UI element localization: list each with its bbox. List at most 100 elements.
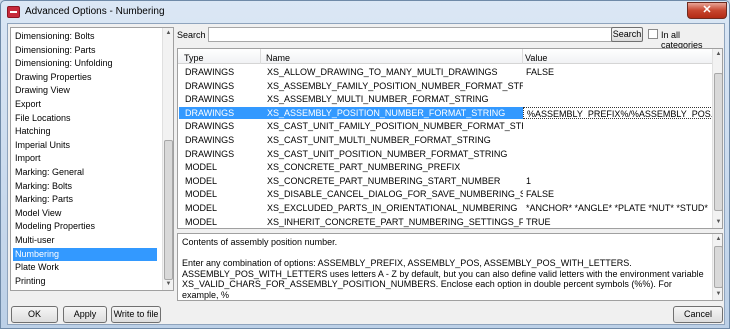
search-label: Search bbox=[177, 30, 206, 40]
row-type-cell: MODEL bbox=[185, 189, 218, 200]
category-item[interactable]: Numbering bbox=[13, 247, 157, 262]
search-input[interactable] bbox=[208, 27, 613, 42]
ok-button[interactable]: OK bbox=[11, 306, 58, 323]
category-item[interactable]: Marking: General bbox=[13, 166, 157, 180]
category-item[interactable]: Drawing View bbox=[13, 84, 157, 98]
row-name-cell: XS_CONCRETE_PART_NUMBERING_PREFIX bbox=[267, 162, 461, 173]
scroll-down-arrow-icon[interactable]: ▼ bbox=[713, 289, 722, 300]
category-item[interactable]: Modeling Properties bbox=[13, 220, 157, 234]
category-item[interactable]: Hatching bbox=[13, 125, 157, 139]
title-bar: Advanced Options - Numbering ✕ bbox=[1, 1, 729, 23]
row-name-cell: XS_ASSEMBLY_MULTI_NUMBER_FORMAT_STRING bbox=[267, 94, 489, 105]
scroll-down-arrow-icon[interactable]: ▼ bbox=[163, 279, 173, 290]
category-item[interactable]: Plate Work bbox=[13, 261, 157, 275]
description-details: Enter any combination of options: ASSEMB… bbox=[182, 258, 704, 300]
column-header-value[interactable]: Value bbox=[525, 53, 547, 63]
table-scrollbar[interactable]: ▲ ▼ bbox=[712, 49, 722, 228]
row-name-cell: XS_CAST_UNIT_FAMILY_POSITION_NUMBER_FORM… bbox=[267, 121, 523, 132]
table-row[interactable]: MODEL XS_INHERIT_CONCRETE_PART_NUMBERING_… bbox=[179, 216, 713, 228]
table-row[interactable]: DRAWINGS XS_ALLOW_DRAWING_TO_MANY_MULTI_D… bbox=[179, 66, 712, 79]
scroll-up-arrow-icon[interactable]: ▲ bbox=[163, 28, 173, 39]
category-item[interactable]: Marking: Parts bbox=[13, 193, 157, 207]
column-header-name[interactable]: Name bbox=[266, 53, 290, 63]
scroll-thumb[interactable] bbox=[164, 140, 173, 280]
category-item[interactable]: Marking: Bolts bbox=[13, 180, 157, 194]
scroll-thumb[interactable] bbox=[714, 246, 722, 288]
column-header-type[interactable]: Type bbox=[184, 53, 204, 63]
category-list[interactable]: Dimensioning: Bolts Dimensioning: Parts Di… bbox=[10, 27, 174, 291]
scroll-thumb[interactable] bbox=[714, 73, 722, 211]
row-value-cell[interactable]: *ANCHOR* *ANGLE* *PLATE *NUT* *STUD* bbox=[523, 202, 713, 215]
row-type-cell: DRAWINGS bbox=[179, 106, 261, 120]
write-to-file-button[interactable]: Write to file bbox=[111, 306, 161, 323]
row-value-cell[interactable] bbox=[523, 93, 713, 106]
table-row[interactable]: DRAWINGS XS_CAST_UNIT_MULTI_NUMBER_FORMAT… bbox=[179, 134, 712, 147]
search-button[interactable]: Search bbox=[611, 27, 643, 42]
description-scrollbar[interactable]: ▲ ▼ bbox=[712, 234, 722, 300]
advanced-options-window: Advanced Options - Numbering ✕ Dimension… bbox=[0, 0, 730, 329]
row-name-cell: XS_CONCRETE_PART_NUMBERING_START_NUMBER bbox=[267, 175, 501, 186]
scroll-down-arrow-icon[interactable]: ▼ bbox=[713, 217, 722, 228]
category-list-scrollbar[interactable]: ▲ ▼ bbox=[162, 28, 173, 290]
row-name-cell: XS_CAST_UNIT_POSITION_NUMBER_FORMAT_STRI… bbox=[267, 148, 508, 159]
table-row[interactable]: MODEL XS_EXCLUDED_PARTS_IN_ORIENTATIONAL_… bbox=[179, 202, 712, 215]
window-title: Advanced Options - Numbering bbox=[25, 6, 165, 17]
description-panel: Contents of assembly position number. En… bbox=[177, 233, 723, 301]
category-item[interactable]: Printing bbox=[13, 275, 157, 289]
row-value-cell[interactable] bbox=[523, 134, 713, 147]
row-value-cell[interactable]: %ASSEMBLY_PREFIX%/%ASSEMBLY_POS.3% bbox=[523, 106, 713, 120]
row-value-cell[interactable]: TRUE bbox=[523, 216, 713, 228]
category-item[interactable]: Dimensioning: Unfolding bbox=[13, 57, 157, 71]
row-value-cell[interactable]: FALSE bbox=[523, 188, 713, 201]
row-value-cell[interactable] bbox=[523, 148, 713, 161]
apply-button[interactable]: Apply bbox=[63, 306, 107, 323]
row-type-cell: DRAWINGS bbox=[185, 148, 235, 159]
column-divider[interactable] bbox=[522, 49, 523, 64]
row-name-cell: XS_EXCLUDED_PARTS_IN_ORIENTATIONAL_NUMBE… bbox=[267, 203, 518, 213]
table-row[interactable]: DRAWINGS XS_ASSEMBLY_POSITION_NUMBER_FORM… bbox=[179, 106, 713, 120]
table-row[interactable]: MODEL XS_CONCRETE_PART_NUMBERING_START_NU… bbox=[179, 175, 712, 188]
row-value-cell[interactable] bbox=[523, 80, 713, 93]
category-item[interactable]: File Locations bbox=[13, 112, 157, 126]
table-row[interactable]: MODEL XS_CONCRETE_PART_NUMBERING_PREFIX bbox=[179, 161, 712, 174]
category-item[interactable]: Export bbox=[13, 98, 157, 112]
row-name-cell: XS_ALLOW_DRAWING_TO_MANY_MULTI_DRAWINGS bbox=[267, 67, 498, 77]
row-value-cell[interactable] bbox=[523, 120, 713, 133]
table-row[interactable]: MODEL XS_DISABLE_CANCEL_DIALOG_FOR_SAVE_N… bbox=[179, 188, 712, 201]
row-type-cell: MODEL bbox=[185, 162, 218, 173]
in-all-categories-label: In all categories bbox=[661, 30, 703, 50]
category-item[interactable]: Drawing Properties bbox=[13, 71, 157, 85]
category-item[interactable]: Model View bbox=[13, 207, 157, 221]
row-type-cell: DRAWINGS bbox=[185, 80, 235, 91]
table-row[interactable]: DRAWINGS XS_CAST_UNIT_FAMILY_POSITION_NUM… bbox=[179, 120, 712, 133]
category-item[interactable]: Imperial Units bbox=[13, 139, 157, 153]
row-type-cell: DRAWINGS bbox=[185, 135, 235, 145]
options-table: Type Name Value DRAWINGS XS_ALLOW_DRAWING… bbox=[177, 48, 723, 229]
app-icon bbox=[7, 6, 20, 18]
dialog-body: Dimensioning: Bolts Dimensioning: Parts Di… bbox=[7, 23, 725, 325]
row-value-cell[interactable]: 1 bbox=[523, 175, 713, 188]
row-value-cell[interactable] bbox=[523, 161, 713, 174]
table-row[interactable]: DRAWINGS XS_CAST_UNIT_POSITION_NUMBER_FOR… bbox=[179, 148, 712, 161]
row-type-cell: DRAWINGS bbox=[185, 94, 235, 105]
category-item[interactable]: Multi-user bbox=[13, 234, 157, 248]
scroll-up-arrow-icon[interactable]: ▲ bbox=[713, 234, 722, 245]
row-value-cell[interactable]: FALSE bbox=[523, 66, 713, 79]
category-item[interactable]: Dimensioning: Parts bbox=[13, 44, 157, 58]
column-divider[interactable] bbox=[260, 49, 261, 64]
row-name-cell: XS_INHERIT_CONCRETE_PART_NUMBERING_SETTI… bbox=[267, 216, 523, 227]
table-row[interactable]: DRAWINGS XS_ASSEMBLY_MULTI_NUMBER_FORMAT_… bbox=[179, 93, 712, 106]
row-name-cell: XS_DISABLE_CANCEL_DIALOG_FOR_SAVE_NUMBER… bbox=[267, 189, 523, 200]
row-name-cell: XS_CAST_UNIT_MULTI_NUMBER_FORMAT_STRING bbox=[267, 135, 491, 145]
close-button[interactable]: ✕ bbox=[687, 2, 727, 19]
category-item[interactable]: Import bbox=[13, 152, 157, 166]
table-row[interactable]: DRAWINGS XS_ASSEMBLY_FAMILY_POSITION_NUMB… bbox=[179, 80, 712, 93]
row-type-cell: MODEL bbox=[185, 203, 218, 213]
scroll-up-arrow-icon[interactable]: ▲ bbox=[713, 49, 722, 60]
table-header: Type Name Value bbox=[178, 49, 712, 64]
cancel-button[interactable]: Cancel bbox=[673, 306, 723, 323]
in-all-categories-checkbox[interactable] bbox=[648, 29, 658, 39]
category-item[interactable]: Dimensioning: Bolts bbox=[13, 30, 157, 44]
row-type-cell: MODEL bbox=[185, 216, 218, 227]
row-name-cell: XS_ASSEMBLY_FAMILY_POSITION_NUMBER_FORMA… bbox=[267, 80, 523, 91]
